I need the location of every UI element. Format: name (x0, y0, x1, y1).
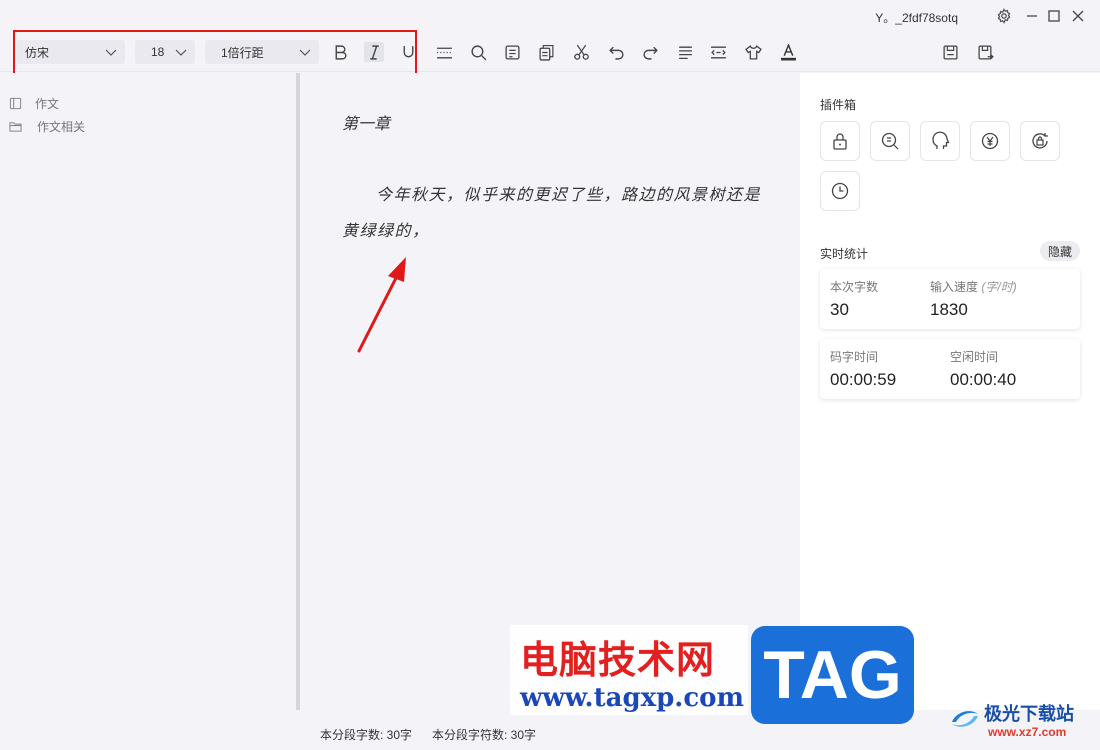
hide-stats-button[interactable]: 隐藏 (1040, 241, 1080, 261)
plugin-dictionary[interactable] (870, 121, 910, 161)
close-icon[interactable] (1068, 6, 1088, 26)
idle-time-label: 空闲时间 (950, 350, 999, 364)
stats-title: 实时统计 (820, 247, 869, 261)
plugin-clock[interactable] (820, 171, 860, 211)
watermark-logo-name: 极光下载站 (984, 704, 1074, 724)
italic-icon[interactable] (364, 42, 384, 62)
save-as-icon[interactable] (975, 42, 995, 62)
undo-icon[interactable] (606, 42, 626, 62)
watermark-tag-logo: TAG (751, 626, 914, 724)
head-icon (932, 131, 950, 149)
watermark-site-name: 电脑技术网 (520, 640, 716, 682)
editor-content[interactable]: 今年秋天，似乎来的更迟了些，路边的风景树还是黄绿绿的， (342, 177, 762, 249)
annotation-arrow-icon (357, 257, 406, 353)
plugin-box-title: 插件箱 (820, 98, 857, 112)
lock-refresh-icon (1032, 133, 1048, 149)
chapter-title[interactable]: 第一章 (342, 110, 390, 134)
chevron-down-icon (175, 49, 187, 56)
typing-time-value: 00:00:59 (830, 370, 897, 389)
watermark-site: 电脑技术网 www.tagxp.com (510, 625, 748, 715)
session-chars-value: 30 (830, 300, 849, 319)
book-icon (9, 97, 22, 109)
font-size-value: 18 (151, 45, 165, 59)
paragraph-symbol-count: 本分段字符数: 30字 (432, 728, 537, 742)
toolbar: 仿宋 18 1倍行距 (0, 32, 1100, 72)
indent-icon[interactable] (708, 42, 728, 62)
editor[interactable]: 第一章 今年秋天，似乎来的更迟了些，路边的风景树还是黄绿绿的， (300, 73, 800, 710)
watermark-site-url: www.tagxp.com (520, 683, 745, 713)
save-icon[interactable] (940, 42, 960, 62)
folder-icon (9, 121, 22, 132)
maximize-icon[interactable] (1044, 6, 1064, 26)
sidebar-item-label: 作文相关 (37, 119, 86, 134)
input-speed-unit: (字/时) (981, 280, 1017, 294)
plugin-lock-refresh[interactable] (1020, 121, 1060, 161)
divider-icon[interactable] (434, 42, 454, 62)
underline-icon[interactable] (398, 42, 418, 62)
sidebar-item-label: 作文 (35, 96, 60, 111)
font-size-select[interactable]: 18 (135, 40, 195, 64)
watermark-logo-url: www.xz7.com (988, 725, 1067, 739)
stats-card-time: 码字时间 00:00:59 空闲时间 00:00:40 (820, 339, 1080, 399)
search-icon[interactable] (468, 42, 488, 62)
cut-icon[interactable] (571, 42, 591, 62)
chevron-down-icon (105, 49, 117, 56)
settings-gear-icon[interactable] (994, 6, 1014, 26)
input-speed-value: 1830 (930, 300, 968, 319)
bold-icon[interactable] (330, 42, 350, 62)
copy-icon[interactable] (536, 42, 556, 62)
dictionary-search-icon (881, 132, 899, 150)
lock-icon (833, 133, 847, 150)
font-family-select[interactable]: 仿宋 (17, 40, 125, 64)
sidebar-item-essay[interactable]: 作文 (9, 94, 59, 112)
title-bar: Y。_2fdf78sotq (0, 0, 1100, 32)
note-icon[interactable] (502, 42, 522, 62)
clock-icon (831, 182, 849, 200)
typing-time-label: 码字时间 (830, 350, 879, 364)
theme-shirt-icon[interactable] (743, 42, 763, 62)
session-chars-label: 本次字数 (830, 280, 879, 294)
font-color-icon[interactable] (778, 42, 798, 62)
yuan-icon (981, 132, 999, 150)
sidebar-item-essay-related[interactable]: 作文相关 (9, 117, 85, 135)
line-spacing-select[interactable]: 1倍行距 (205, 40, 319, 64)
idle-time-value: 00:00:40 (950, 370, 1017, 389)
plugin-head[interactable] (920, 121, 960, 161)
plugin-yuan[interactable] (970, 121, 1010, 161)
font-family-value: 仿宋 (25, 45, 50, 60)
stats-card-chars: 本次字数 30 输入速度 (字/时) 1830 (820, 269, 1080, 329)
sidebar: 作文 作文相关 (0, 73, 296, 750)
minimize-icon[interactable] (1022, 6, 1042, 26)
redo-icon[interactable] (640, 42, 660, 62)
input-speed-label: 输入速度 (字/时) (930, 280, 1017, 294)
align-icon[interactable] (675, 42, 695, 62)
plugin-lock[interactable] (820, 121, 860, 161)
right-panel: 插件箱 实时统计 隐藏 本次字数 30 输入速度 (字/时) 1830 码字时间… (800, 73, 1100, 710)
paragraph-char-count: 本分段字数: 30字 (320, 728, 413, 742)
line-spacing-value: 1倍行距 (221, 45, 264, 60)
swirl-logo-icon (952, 711, 978, 727)
watermark-download-logo: 极光下载站 www.xz7.com (948, 698, 1098, 744)
chevron-down-icon (299, 49, 311, 56)
username[interactable]: Y。_2fdf78sotq (875, 9, 958, 26)
